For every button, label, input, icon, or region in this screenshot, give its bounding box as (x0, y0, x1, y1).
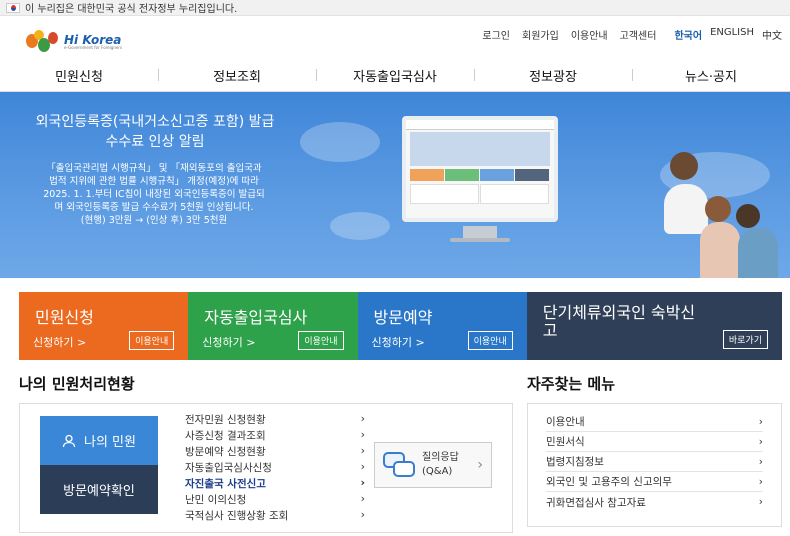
nav-item-auto-immigration[interactable]: 자동출입국심사 (316, 66, 474, 85)
qa-label: 질의응답 (422, 452, 459, 463)
qa-sublabel: (Q&A) (422, 466, 453, 477)
service-apply-link[interactable]: 신청하기 > (372, 334, 425, 350)
service-name: 방문예약 (373, 308, 433, 327)
main-banner[interactable]: 외국인등록증(국내거소신고증 포함) 발급 수수료 인상 알림 「출입국관리법 … (0, 92, 790, 278)
service-name: 민원신청 (35, 308, 94, 327)
service-tiles: 민원신청 신청하기 > 이용안내 자동출입국심사 신청하기 > 이용안내 방문예… (19, 292, 782, 360)
list-item[interactable]: 전자민원 신청현황 › (185, 412, 365, 428)
chevron-right-icon: › (758, 496, 763, 508)
nav-item-info-plaza[interactable]: 정보광장 (474, 66, 632, 85)
nav-item-news-notice[interactable]: 뉴스·공지 (632, 66, 790, 85)
guide-link[interactable]: 이용안내 (571, 27, 608, 42)
service-tile-civil-apply[interactable]: 민원신청 신청하기 > 이용안내 (19, 292, 189, 360)
faq-title: 자주찾는 메뉴 (527, 375, 616, 393)
service-name: 자동출입국심사 (204, 308, 308, 327)
chevron-right-icon: › (758, 415, 763, 428)
nav-item-civil-apply[interactable]: 민원신청 (0, 66, 158, 85)
my-civil-button[interactable]: 나의 민원 (40, 416, 158, 465)
service-guide-button[interactable]: 이용안내 (129, 331, 175, 350)
chat-bubbles-icon (383, 452, 417, 478)
chevron-right-icon: › (360, 460, 365, 473)
chevron-right-icon: › (360, 508, 365, 521)
login-link[interactable]: 로그인 (482, 27, 510, 42)
my-status-list: 전자민원 신청현황 › 사증신청 결과조회 › 방문예약 신청현황 › 자동출입국심사… (185, 412, 365, 524)
faq-panel: 이용안내 › 민원서식 › 법령지침정보 › 외국인 및 고용주의 신고의무 › 귀화면… (527, 403, 782, 527)
lang-korean[interactable]: 한국어 (674, 27, 702, 42)
service-tile-lodging-report[interactable]: 단기체류외국인 숙박신고 바로가기 (526, 292, 782, 360)
chevron-right-icon: › (477, 457, 483, 473)
chevron-right-icon: › (758, 455, 763, 468)
chevron-right-icon: › (360, 444, 365, 457)
chevron-right-icon: › (758, 435, 763, 448)
faq-item[interactable]: 법령지침정보 › (546, 452, 763, 472)
service-guide-button[interactable]: 이용안내 (467, 331, 513, 350)
service-guide-button[interactable]: 이용안내 (298, 331, 344, 350)
signup-link[interactable]: 회원가입 (522, 27, 559, 42)
my-status-panel: 나의 민원 방문예약확인 전자민원 신청현황 › 사증신청 결과조회 › 방문예약 … (19, 403, 513, 533)
list-item[interactable]: 자동출입국심사신청 › (185, 460, 365, 476)
person-illustration (670, 152, 698, 180)
chevron-right-icon: › (360, 492, 365, 505)
qa-button[interactable]: 질의응답 (Q&A) › (374, 442, 492, 488)
list-item[interactable]: 방문예약 신청현황 › (185, 444, 365, 460)
lang-chinese[interactable]: 中文 (762, 27, 782, 42)
faq-item[interactable]: 이용안내 › (546, 412, 763, 432)
list-item[interactable]: 국적심사 진행상황 조회 › (185, 508, 365, 524)
header: Hi Korea e-Government for Foreigners 로그인… (0, 16, 790, 60)
banner-body: 「출입국관리법 시행규칙」 및 「재외동포의 출입국과 법적 지위에 관한 법률… (43, 163, 265, 226)
chevron-right-icon: › (360, 428, 365, 441)
main-nav: 민원신청 정보조회 자동출입국심사 정보광장 뉴스·공지 (0, 60, 790, 92)
service-apply-link[interactable]: 신청하기 > (202, 334, 255, 350)
banner-title: 외국인등록증(국내거소신고증 포함) 발급 수수료 인상 알림 (35, 114, 275, 150)
service-apply-link[interactable]: 신청하기 > (33, 334, 86, 350)
service-name: 단기체류외국인 숙박신고 (542, 303, 696, 340)
user-icon (62, 434, 76, 447)
service-tile-visit-reservation[interactable]: 방문예약 신청하기 > 이용안내 (357, 292, 527, 360)
monitor-illustration (402, 116, 558, 222)
faq-item[interactable]: 민원서식 › (546, 432, 763, 452)
list-item[interactable]: 난민 이의신청 › (185, 492, 365, 508)
korea-flag-icon (6, 2, 20, 13)
my-status-title: 나의 민원처리현황 (19, 375, 135, 393)
chevron-right-icon: › (360, 412, 365, 425)
customer-center-link[interactable]: 고객센터 (620, 27, 657, 42)
chevron-right-icon: › (758, 475, 763, 488)
service-shortcut-button[interactable]: 바로가기 (722, 330, 768, 349)
faq-item[interactable]: 외국인 및 고용주의 신고의무 › (546, 472, 763, 492)
logo-mark-icon (24, 30, 62, 54)
lang-english[interactable]: ENGLISH (710, 27, 754, 42)
gov-notice-text: 이 누리집은 대한민국 공식 전자정부 누리집입니다. (25, 4, 238, 15)
hikorea-logo[interactable]: Hi Korea e-Government for Foreigners (24, 30, 122, 54)
top-links: 로그인 회원가입 이용안내 고객센터 한국어 ENGLISH 中文 (470, 27, 782, 42)
service-tile-auto-immigration[interactable]: 자동출입국심사 신청하기 > 이용안내 (188, 292, 358, 360)
list-item[interactable]: 자진출국 사전신고 › (185, 476, 365, 492)
visit-reservation-check-button[interactable]: 방문예약확인 (40, 465, 158, 514)
list-item[interactable]: 사증신청 결과조회 › (185, 428, 365, 444)
gov-notice-bar: 이 누리집은 대한민국 공식 전자정부 누리집입니다. (0, 0, 790, 16)
chevron-right-icon: › (360, 476, 365, 489)
faq-item[interactable]: 귀화면접심사 참고자료 › (546, 492, 763, 512)
logo-subtext: e-Government for Foreigners (64, 45, 123, 50)
nav-item-info-search[interactable]: 정보조회 (158, 66, 316, 85)
